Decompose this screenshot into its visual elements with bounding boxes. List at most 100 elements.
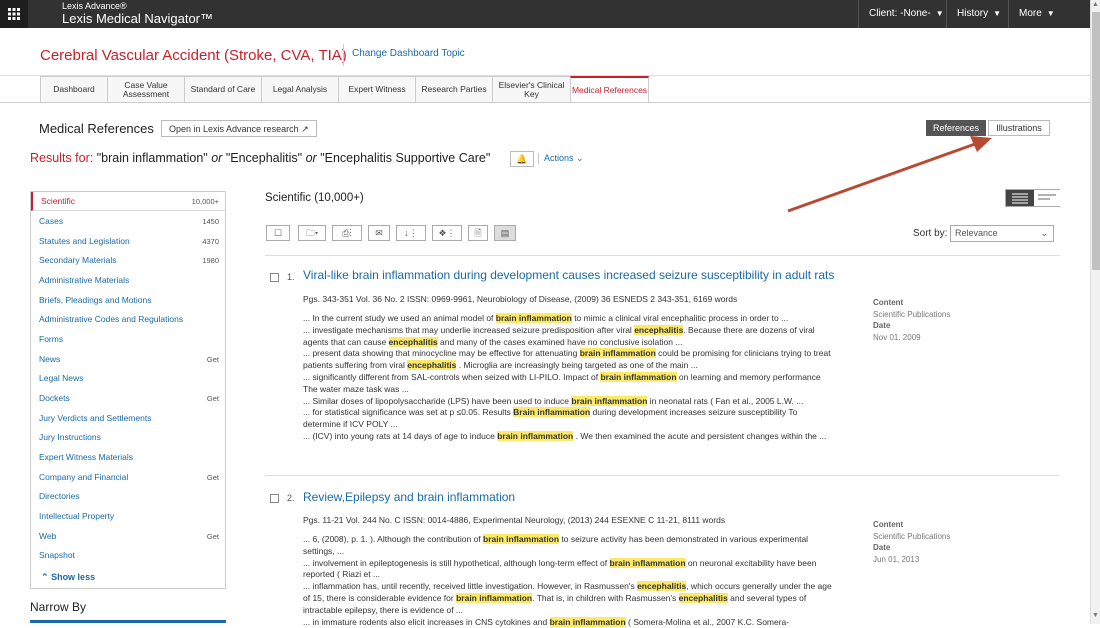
date-label: Date (873, 321, 891, 330)
vertical-scrollbar[interactable]: ▲ ▼ (1090, 0, 1100, 624)
email-button[interactable]: ✉ (368, 225, 390, 241)
sort-label: Sort by: (913, 228, 948, 239)
sidebar-item-intellectual-property[interactable]: Intellectual Property (31, 507, 225, 526)
sidebar-item-web[interactable]: Web Get (31, 527, 225, 546)
show-less-link[interactable]: ⌃ Show less (41, 572, 95, 583)
sidebar-item-label: Dockets (39, 393, 70, 403)
results-heading: Scientific (10,000+) (265, 192, 364, 204)
sidebar-item-label: Jury Verdicts and Settlements (39, 413, 152, 423)
sidebar-item-label: News (39, 354, 61, 364)
full-view-icon[interactable] (1006, 190, 1034, 206)
folder-icon: 🗀▾ (305, 228, 319, 238)
sidebar-item-admin-codes[interactable]: Administrative Codes and Regulations (31, 310, 225, 329)
scrollbar-thumb[interactable] (1092, 12, 1100, 270)
view-toggle[interactable] (1005, 189, 1060, 207)
sidebar-item-get[interactable]: Get (207, 350, 219, 369)
sidebar-item-label: Jury Instructions (39, 432, 101, 442)
sidebar-item-label: Administrative Materials (39, 275, 130, 285)
notes-button[interactable]: ▤ (494, 225, 516, 241)
sidebar-item-briefs[interactable]: Briefs, Pleadings and Motions (31, 291, 225, 310)
narrow-by-divider (30, 620, 226, 623)
sidebar-item-label: Company and Financial (39, 472, 129, 482)
result-details: Content Scientific Publications Date Nov… (873, 297, 950, 343)
sidebar-item-label: Administrative Codes and Regulations (39, 314, 184, 324)
divider (265, 255, 1060, 256)
download-icon: ↓⋮ (404, 228, 418, 238)
sidebar-item-dockets[interactable]: Dockets Get (31, 389, 225, 408)
folder-button[interactable]: 🗀▾ (298, 225, 326, 241)
sidebar-item-count: 10,000+ (191, 197, 219, 206)
sort-value: Relevance (955, 228, 998, 238)
document-icon: 🗎 (474, 228, 482, 238)
sidebar-item-expert-witness-materials[interactable]: Expert Witness Materials (31, 448, 225, 467)
sidebar-item-label: Forms (39, 334, 64, 344)
sidebar-item-label: Snapshot (39, 550, 75, 560)
content-label: Content (873, 520, 904, 529)
scroll-down-icon[interactable]: ▼ (1092, 612, 1099, 619)
sidebar-item-count: 1450 (202, 217, 219, 226)
sidebar-item-get[interactable]: Get (207, 527, 219, 546)
dropbox-button[interactable]: ❖⋮ (432, 225, 462, 241)
result-snippet: ... 6, (2008), p. 1. ). Although the con… (303, 534, 832, 627)
result-citation: Pgs. 343-351 Vol. 36 No. 2 ISSN: 0969-99… (303, 294, 738, 304)
content-type-sidebar: Scientific 10,000+ Cases 1450 Statutes and… (30, 191, 226, 589)
sidebar-item-label: Secondary Materials (39, 255, 117, 265)
notes-icon: ▤ (500, 228, 510, 238)
result-citation: Pgs. 11-21 Vol. 244 No. C ISSN: 0014-488… (303, 515, 726, 525)
sidebar-item-count: 4370 (202, 237, 219, 246)
sidebar-item-label: Expert Witness Materials (39, 452, 133, 462)
sidebar-item-directories[interactable]: Directories (31, 487, 225, 506)
sidebar-item-jury-instructions[interactable]: Jury Instructions (31, 428, 225, 447)
sidebar-item-get[interactable]: Get (207, 389, 219, 408)
scroll-up-icon[interactable]: ▲ (1092, 1, 1099, 8)
select-all-checkbox[interactable]: ☐ (266, 225, 290, 241)
divider (265, 475, 1060, 476)
sidebar-item-jury-verdicts[interactable]: Jury Verdicts and Settlements (31, 409, 225, 428)
sidebar-item-scientific[interactable]: Scientific 10,000+ (31, 192, 225, 211)
sidebar-item-news[interactable]: News Get (31, 350, 225, 369)
result-number: 1. (287, 272, 295, 282)
sidebar-item-label: Intellectual Property (39, 511, 115, 521)
sidebar-item-label: Briefs, Pleadings and Motions (39, 295, 152, 305)
show-less-label: Show less (51, 572, 96, 582)
document-button[interactable]: 🗎 (468, 225, 488, 241)
result-title-link[interactable]: Viral-like brain inflammation during dev… (303, 268, 834, 282)
sidebar-item-legal-news[interactable]: Legal News (31, 369, 225, 388)
sidebar-item-snapshot[interactable]: Snapshot (31, 546, 225, 565)
content-label: Content (873, 298, 904, 307)
sidebar-item-forms[interactable]: Forms (31, 330, 225, 349)
result-checkbox[interactable] (270, 494, 279, 503)
chevron-up-icon: ⌃ (41, 572, 49, 582)
download-button[interactable]: ↓⋮ (396, 225, 426, 241)
sidebar-item-count: 1980 (202, 256, 219, 265)
date-value: Jun 01, 2013 (873, 554, 920, 564)
sidebar-item-cases[interactable]: Cases 1450 (31, 212, 225, 231)
result-snippet: ... In the current study we used an anim… (303, 313, 831, 441)
date-label: Date (873, 543, 891, 552)
checkbox-icon: ☐ (273, 228, 283, 238)
sort-select[interactable]: Relevance ⌄ (950, 225, 1054, 242)
sidebar-item-label: Web (39, 531, 57, 541)
chevron-down-icon: ⌄ (1040, 228, 1048, 238)
result-number: 2. (287, 493, 295, 503)
content-value: Scientific Publications (873, 309, 951, 319)
narrow-by-heading: Narrow By (30, 600, 87, 614)
sidebar-item-label: Statutes and Legislation (39, 236, 130, 246)
sidebar-item-company-financial[interactable]: Company and Financial Get (31, 468, 225, 487)
result-checkbox[interactable] (270, 273, 279, 282)
sidebar-item-administrative-materials[interactable]: Administrative Materials (31, 271, 225, 290)
sidebar-item-secondary-materials[interactable]: Secondary Materials 1980 (31, 251, 225, 270)
content-value: Scientific Publications (873, 531, 951, 541)
result-details: Content Scientific Publications Date Jun… (873, 519, 950, 565)
sidebar-item-label: Directories (39, 491, 80, 501)
print-icon: ⎙⋮ (342, 228, 352, 238)
sidebar-item-statutes[interactable]: Statutes and Legislation 4370 (31, 232, 225, 251)
sidebar-item-label: Scientific (41, 196, 76, 206)
print-button[interactable]: ⎙⋮ (332, 225, 362, 241)
email-icon: ✉ (375, 228, 383, 238)
compact-view-icon[interactable] (1034, 190, 1060, 206)
result-title-link[interactable]: Review,Epilepsy and brain inflammation (303, 490, 515, 504)
sidebar-item-get[interactable]: Get (207, 468, 219, 487)
sidebar-item-label: Legal News (39, 373, 84, 383)
sidebar-item-label: Cases (39, 216, 64, 226)
